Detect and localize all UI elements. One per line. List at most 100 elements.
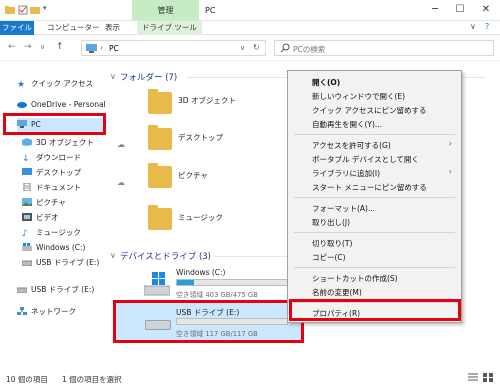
breadcrumb-separator: ›	[100, 43, 104, 52]
large-icons-view-icon[interactable]	[483, 373, 493, 384]
nav-item-label: デスクトップ	[36, 168, 81, 177]
menu-item-rename[interactable]: 名前の変更(M)	[312, 287, 362, 298]
tab-file[interactable]: ファイル	[0, 21, 34, 35]
menu-separator	[294, 134, 455, 135]
address-dropdown-icon[interactable]: ∨	[240, 44, 245, 52]
chevron-down-icon[interactable]: ∨	[110, 72, 116, 81]
download-icon: ↓	[22, 154, 30, 164]
menu-item-autoplay[interactable]: 自動再生を開く(Y)...	[312, 119, 382, 130]
recent-locations-icon[interactable]: ∨	[40, 43, 45, 51]
new-folder-icon[interactable]	[30, 5, 40, 15]
menu-item-pin-start[interactable]: スタート メニューにピン留めする	[312, 182, 427, 193]
nav-item-label: 3D オブジェクト	[36, 138, 94, 147]
title-bar: ▾ 管理 PC ─ ☐ ✕	[0, 0, 500, 21]
ribbon-expand-icon[interactable]: ∨	[470, 22, 476, 31]
nav-item-usb-e[interactable]: USB ドライブ (E:)	[21, 256, 99, 270]
search-placeholder: PCの検索	[293, 45, 326, 54]
menu-separator	[294, 232, 455, 233]
drive-c-free-space: 空き領域 403 GB/475 GB	[176, 291, 258, 299]
window-title: PC	[205, 6, 216, 15]
ribbon-tabs: ファイル コンピューター 表示 ドライブ ツール ∨ ?	[0, 21, 500, 35]
forward-arrow-icon[interactable]: →	[24, 42, 32, 52]
drive-c-usage-bar	[176, 279, 288, 286]
nav-item-videos[interactable]: ビデオ	[22, 211, 59, 225]
nav-network[interactable]: ネットワーク	[17, 305, 76, 319]
folder-3d-objects-label[interactable]: 3D オブジェクト	[178, 95, 236, 106]
properties-highlight-box	[289, 299, 461, 321]
star-icon: ★	[17, 80, 26, 90]
menu-item-give-access[interactable]: アクセスを許可する(G)	[312, 140, 391, 151]
menu-separator	[294, 267, 455, 268]
nav-onedrive[interactable]: OneDrive - Personal	[17, 98, 106, 112]
menu-item-format[interactable]: フォーマット(A)...	[312, 203, 375, 214]
cloud-sync-icon: ☁	[117, 140, 125, 149]
network-icon	[17, 306, 27, 315]
folder-desktop-icon[interactable]	[148, 125, 172, 150]
details-view-icon[interactable]	[468, 373, 478, 384]
maximize-button[interactable]: ☐	[448, 0, 472, 21]
nav-item-label: ミュージック	[36, 228, 81, 237]
nav-item-3d-objects[interactable]: 3D オブジェクト	[22, 136, 94, 150]
breadcrumb-pc[interactable]: PC	[109, 44, 119, 53]
search-box[interactable]: PCの検索	[274, 40, 494, 56]
tab-view[interactable]: 表示	[100, 21, 125, 35]
nav-item-label: Windows (C:)	[36, 243, 86, 252]
explorer-folder-icon	[5, 5, 15, 15]
nav-usb-drive[interactable]: USB ドライブ (E:)	[16, 283, 94, 297]
manage-context-tab[interactable]: 管理	[132, 0, 199, 21]
search-icon	[280, 43, 290, 55]
folder-desktop-label[interactable]: デスクトップ	[178, 132, 223, 143]
cloud-icon	[17, 99, 27, 108]
nav-item-downloads[interactable]: ↓ ダウンロード	[22, 151, 81, 165]
menu-item-open[interactable]: 開く(O)	[312, 77, 340, 88]
up-arrow-icon[interactable]: ↑	[56, 42, 64, 52]
qa-customize-icon[interactable]: ▾	[43, 4, 53, 14]
menu-item-open-new-window[interactable]: 新しいウィンドウで開く(E)	[312, 91, 405, 102]
folder-3d-objects-icon[interactable]	[148, 89, 172, 114]
tab-drive-tools[interactable]: ドライブ ツール	[137, 21, 202, 35]
picture-icon	[22, 197, 32, 206]
usb-drive-icon	[16, 284, 28, 294]
menu-item-add-to-library[interactable]: ライブラリに追加(I)	[312, 168, 380, 179]
menu-item-create-shortcut[interactable]: ショートカットの作成(S)	[312, 273, 398, 284]
folders-group-header[interactable]: フォルダー (7)	[120, 71, 177, 83]
nav-quick-access[interactable]: ★ クイック アクセス	[17, 77, 93, 91]
nav-item-desktop[interactable]: デスクトップ	[22, 166, 81, 180]
help-icon[interactable]: ?	[485, 22, 489, 31]
menu-item-pin-quick-access[interactable]: クイック アクセスにピン留めする	[312, 105, 427, 116]
music-icon: ♪	[22, 229, 28, 239]
menu-item-cut[interactable]: 切り取り(T)	[312, 238, 352, 249]
folder-pictures-icon[interactable]	[148, 163, 172, 188]
cube-icon	[22, 137, 32, 146]
nav-quick-access-label: クイック アクセス	[31, 79, 94, 88]
submenu-arrow-icon: ›	[448, 167, 452, 176]
pc-icon	[86, 44, 97, 55]
close-button[interactable]: ✕	[474, 0, 498, 21]
nav-item-windows-c[interactable]: Windows (C:)	[22, 241, 85, 255]
tab-computer[interactable]: コンピューター	[42, 21, 105, 35]
nav-network-label: ネットワーク	[31, 307, 76, 316]
nav-item-label: ピクチャ	[36, 198, 66, 207]
windows-drive-icon	[22, 242, 32, 251]
minimize-button[interactable]: ─	[423, 0, 447, 21]
menu-separator	[294, 197, 455, 198]
folder-music-label[interactable]: ミュージック	[178, 212, 223, 223]
nav-item-pictures[interactable]: ピクチャ	[22, 196, 66, 210]
drives-group-header[interactable]: デバイスとドライブ (3)	[120, 250, 211, 262]
back-arrow-icon[interactable]: ←	[8, 42, 16, 52]
context-menu: 開く(O) 新しいウィンドウで開く(E) クイック アクセスにピン留めする 自動…	[287, 70, 462, 323]
menu-item-copy[interactable]: コピー(C)	[312, 252, 346, 263]
refresh-icon[interactable]: ↻	[253, 43, 260, 52]
drive-windows-c-label[interactable]: Windows (C:)	[176, 268, 225, 277]
properties-icon[interactable]	[18, 5, 28, 15]
windows-drive-icon[interactable]	[143, 272, 171, 298]
nav-onedrive-label: OneDrive - Personal	[31, 100, 106, 109]
menu-item-open-portable-device[interactable]: ポータブル デバイスとして開く	[312, 154, 419, 165]
folder-pictures-label[interactable]: ピクチャ	[178, 170, 208, 181]
menu-item-eject[interactable]: 取り出し(J)	[312, 217, 350, 228]
nav-item-documents[interactable]: ドキュメント	[22, 181, 81, 195]
nav-item-music[interactable]: ♪ ミュージック	[22, 226, 81, 240]
folder-music-icon[interactable]	[148, 205, 172, 230]
address-bar[interactable]: › PC ∨ ↻	[81, 40, 266, 56]
chevron-down-icon[interactable]: ∨	[110, 251, 116, 260]
